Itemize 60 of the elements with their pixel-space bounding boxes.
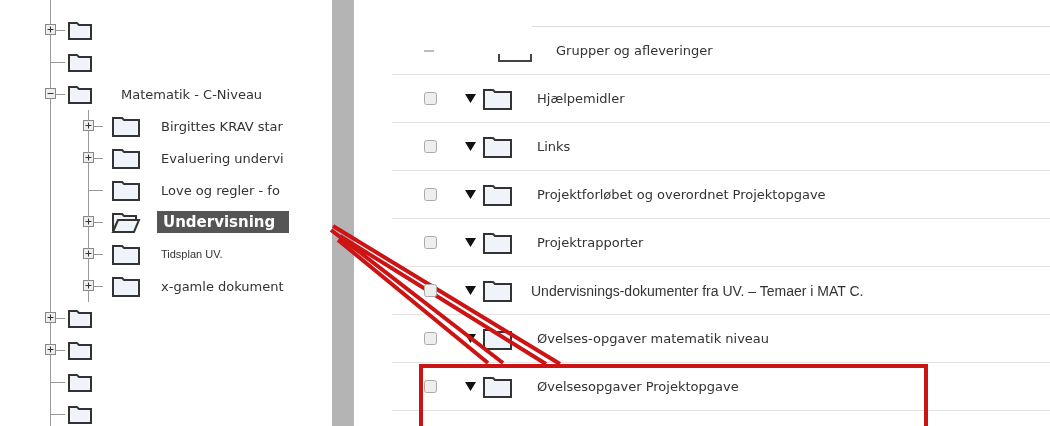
folder-icon [67, 371, 93, 393]
expand-toggle-icon[interactable] [45, 312, 56, 323]
folder-icon [482, 278, 513, 303]
folder-name[interactable]: Projektforløbet og overordnet Projektopgave [537, 187, 826, 202]
folder-icon [482, 230, 513, 255]
tree-item[interactable]: Tidsplan UV. [157, 247, 227, 261]
checkbox[interactable] [424, 92, 437, 105]
expand-toggle-icon[interactable] [45, 344, 56, 355]
expand-toggle-icon[interactable] [45, 88, 56, 99]
folder-icon [67, 403, 93, 425]
dropdown-triangle-icon[interactable] [465, 334, 476, 343]
dropdown-triangle-icon[interactable] [465, 238, 476, 247]
folder-icon [67, 307, 93, 329]
folder-icon [111, 114, 141, 138]
folder-icon [498, 53, 532, 62]
folder-name[interactable]: Projektrapporter [537, 235, 644, 250]
dash-icon [424, 49, 434, 52]
checkbox[interactable] [424, 236, 437, 249]
expand-toggle-icon[interactable] [45, 24, 56, 35]
folder-icon [67, 51, 93, 73]
dropdown-triangle-icon[interactable] [465, 382, 476, 391]
checkbox[interactable] [424, 188, 437, 201]
dropdown-triangle-icon[interactable] [465, 286, 476, 295]
dropdown-triangle-icon[interactable] [465, 94, 476, 103]
checkbox[interactable] [424, 332, 437, 345]
tree-item[interactable]: x-gamle dokument [157, 277, 288, 295]
tree-item[interactable]: Love og regler - fo [157, 181, 284, 199]
folder-name[interactable]: Øvelsesopgaver Projektopgave [537, 379, 739, 394]
tree-item[interactable]: Birgittes KRAV star [157, 117, 287, 135]
folder-name[interactable]: Øvelses-opgaver matematik niveau [537, 331, 770, 346]
folder-icon [67, 339, 93, 361]
splitter-bar[interactable] [332, 0, 354, 426]
folder-icon [111, 274, 141, 298]
expand-toggle-icon[interactable] [83, 216, 94, 227]
expand-toggle-icon[interactable] [83, 248, 94, 259]
tree-item[interactable]: Matematik - C-Niveau [117, 85, 267, 103]
folder-icon [482, 134, 513, 159]
folder-icon [111, 178, 141, 202]
folder-icon [482, 86, 513, 111]
checkbox[interactable] [424, 284, 437, 297]
folder-name[interactable]: Links [537, 139, 571, 154]
tree-item[interactable]: Evaluering undervi [157, 149, 288, 167]
folder-icon [111, 242, 141, 266]
folder-name[interactable]: Hjælpemidler [537, 91, 625, 106]
dropdown-triangle-icon[interactable] [465, 190, 476, 199]
folder-icon [482, 374, 513, 399]
open-folder-icon [111, 210, 141, 234]
dropdown-triangle-icon[interactable] [465, 142, 476, 151]
checkbox[interactable] [424, 140, 437, 153]
folder-name[interactable]: Undervisnings-dokumenter fra UV. – Temaer i MAT C. [531, 282, 864, 299]
folder-icon [482, 182, 513, 207]
expand-toggle-icon[interactable] [83, 120, 94, 131]
checkbox[interactable] [424, 380, 437, 393]
folder-icon [67, 83, 93, 105]
folder-name[interactable]: Grupper og afleveringer [556, 43, 713, 58]
folder-icon [111, 146, 141, 170]
folder-icon [67, 19, 93, 41]
tree-item[interactable]: Undervisning [157, 211, 290, 233]
expand-toggle-icon[interactable] [83, 152, 94, 163]
expand-toggle-icon[interactable] [83, 280, 94, 291]
